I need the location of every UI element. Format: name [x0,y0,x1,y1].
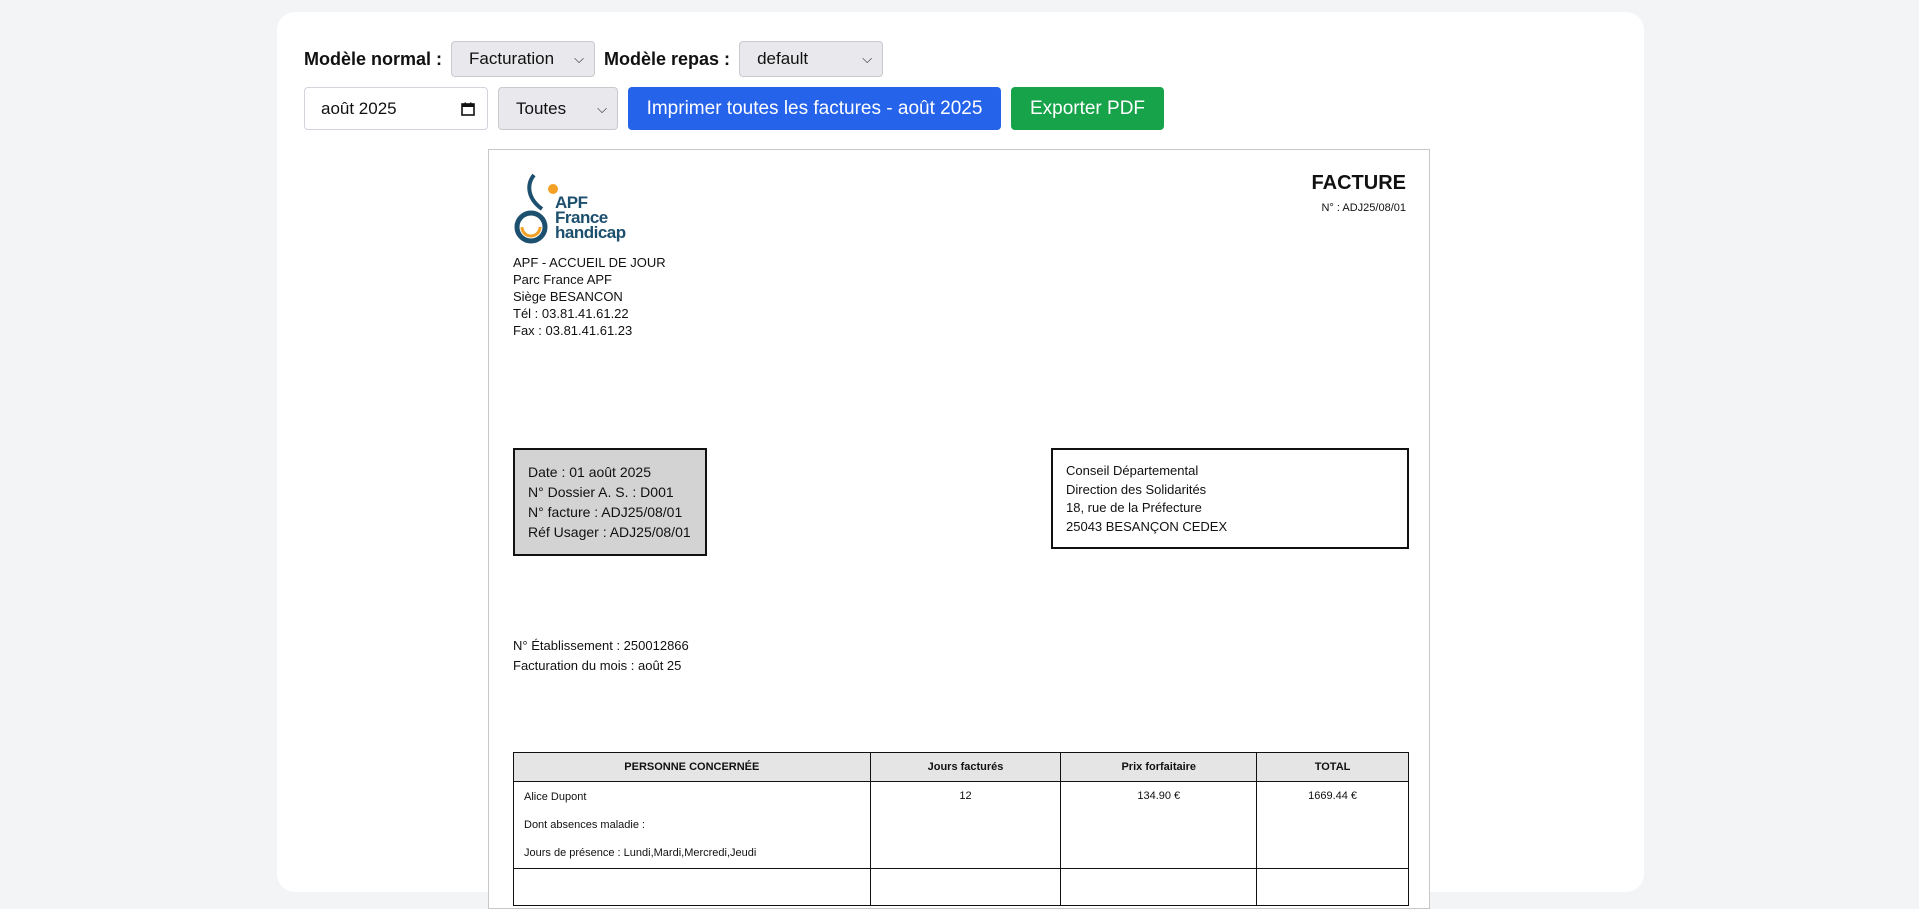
table-row: Alice Dupont Dont absences maladie : Jou… [513,781,1409,869]
info-line: Date : 01 août 2025 [528,464,651,480]
normal-model-select[interactable]: Facturation ⌵ [451,41,596,77]
recipient-line: Conseil Départemental [1066,463,1199,478]
table-row [513,868,1409,906]
empty-cell [869,868,1062,906]
chevron-down-icon: ⌵ [574,51,585,66]
logo-line-handicap: handicap [555,223,626,242]
person-cell: Alice Dupont Dont absences maladie : Jou… [513,781,871,869]
sender-address: APF - ACCUEIL DE JOUR Parc France APF Si… [513,254,666,339]
info-line: N° facture : ADJ25/08/01 [528,504,683,520]
empty-cell [1256,868,1409,906]
establishment-number: N° Établissement : 250012866 [513,638,689,653]
flat-price: 134.90 € [1060,781,1258,869]
invoice-lines-table: PERSONNE CONCERNÉE Jours facturés Prix f… [513,752,1409,906]
empty-cell [513,868,871,906]
export-pdf-button[interactable]: Exporter PDF [1011,87,1164,130]
sender-line: APF - ACCUEIL DE JOUR [513,255,666,270]
info-line: Réf Usager : ADJ25/08/01 [528,524,691,540]
month-input[interactable]: août 2025 [304,87,488,130]
repas-model-select[interactable]: default ⌵ [739,41,884,77]
table-header-row: PERSONNE CONCERNÉE Jours facturés Prix f… [513,752,1409,782]
establishment-info: N° Établissement : 250012866 Facturation… [513,636,689,676]
column-header: PERSONNE CONCERNÉE [513,752,871,782]
person-name: Alice Dupont [524,791,587,803]
column-header: Prix forfaitaire [1060,752,1258,782]
calendar-icon[interactable] [461,102,475,116]
recipient-line: 18, rue de la Préfecture [1066,500,1202,515]
person-absences: Dont absences maladie : [524,819,646,831]
normal-model-label: Modèle normal : [304,48,443,69]
sender-line: Tél : 03.81.41.61.22 [513,306,629,321]
days-billed: 12 [869,781,1062,869]
repas-model-value: default [757,49,809,68]
invoice-preview: APF France handicap APF - ACCUEIL DE JOU… [488,149,1430,909]
chevron-down-icon: ⌵ [597,100,607,116]
line-total: 1669.44 € [1256,781,1409,869]
chevron-down-icon: ⌵ [862,51,873,66]
main-card: Modèle normal : Facturation ⌵ Modèle rep… [277,12,1644,909]
sender-line: Fax : 03.81.41.61.23 [513,323,633,338]
month-value: août 2025 [321,98,397,118]
sender-line: Siège BESANCON [513,289,623,304]
invoice-info-box: Date : 01 août 2025 N° Dossier A. S. : D… [513,448,707,556]
filter-value: Toutes [516,98,567,118]
invoice-number: N° : ADJ25/08/01 [1321,202,1406,214]
repas-model-label: Modèle repas : [604,48,731,69]
template-selectors: Modèle normal : Facturation ⌵ Modèle rep… [304,41,884,77]
apf-logo: APF France handicap [512,173,630,247]
print-all-button[interactable]: Imprimer toutes les factures - août 2025 [628,87,1001,130]
column-header: Jours facturés [869,752,1062,782]
recipient-address: Conseil Départemental Direction des Soli… [1051,448,1409,549]
normal-model-value: Facturation [469,49,555,68]
invoice-title: FACTURE [1311,172,1406,194]
logo-wordmark: APF France handicap [555,194,626,242]
sender-line: Parc France APF [513,272,612,287]
empty-cell [1060,868,1258,906]
person-presence: Jours de présence : Lundi,Mardi,Mercredi… [524,847,757,859]
recipient-line: Direction des Solidarités [1066,481,1207,497]
billing-month: Facturation du mois : août 25 [513,658,682,673]
filter-select[interactable]: Toutes ⌵ [498,87,618,130]
action-bar: août 2025 Toutes ⌵ Imprimer toutes les f… [304,87,1164,130]
column-header: TOTAL [1256,752,1409,782]
info-line: N° Dossier A. S. : D001 [528,484,674,500]
recipient-line: 25043 BESANÇON CEDEX [1066,518,1228,534]
